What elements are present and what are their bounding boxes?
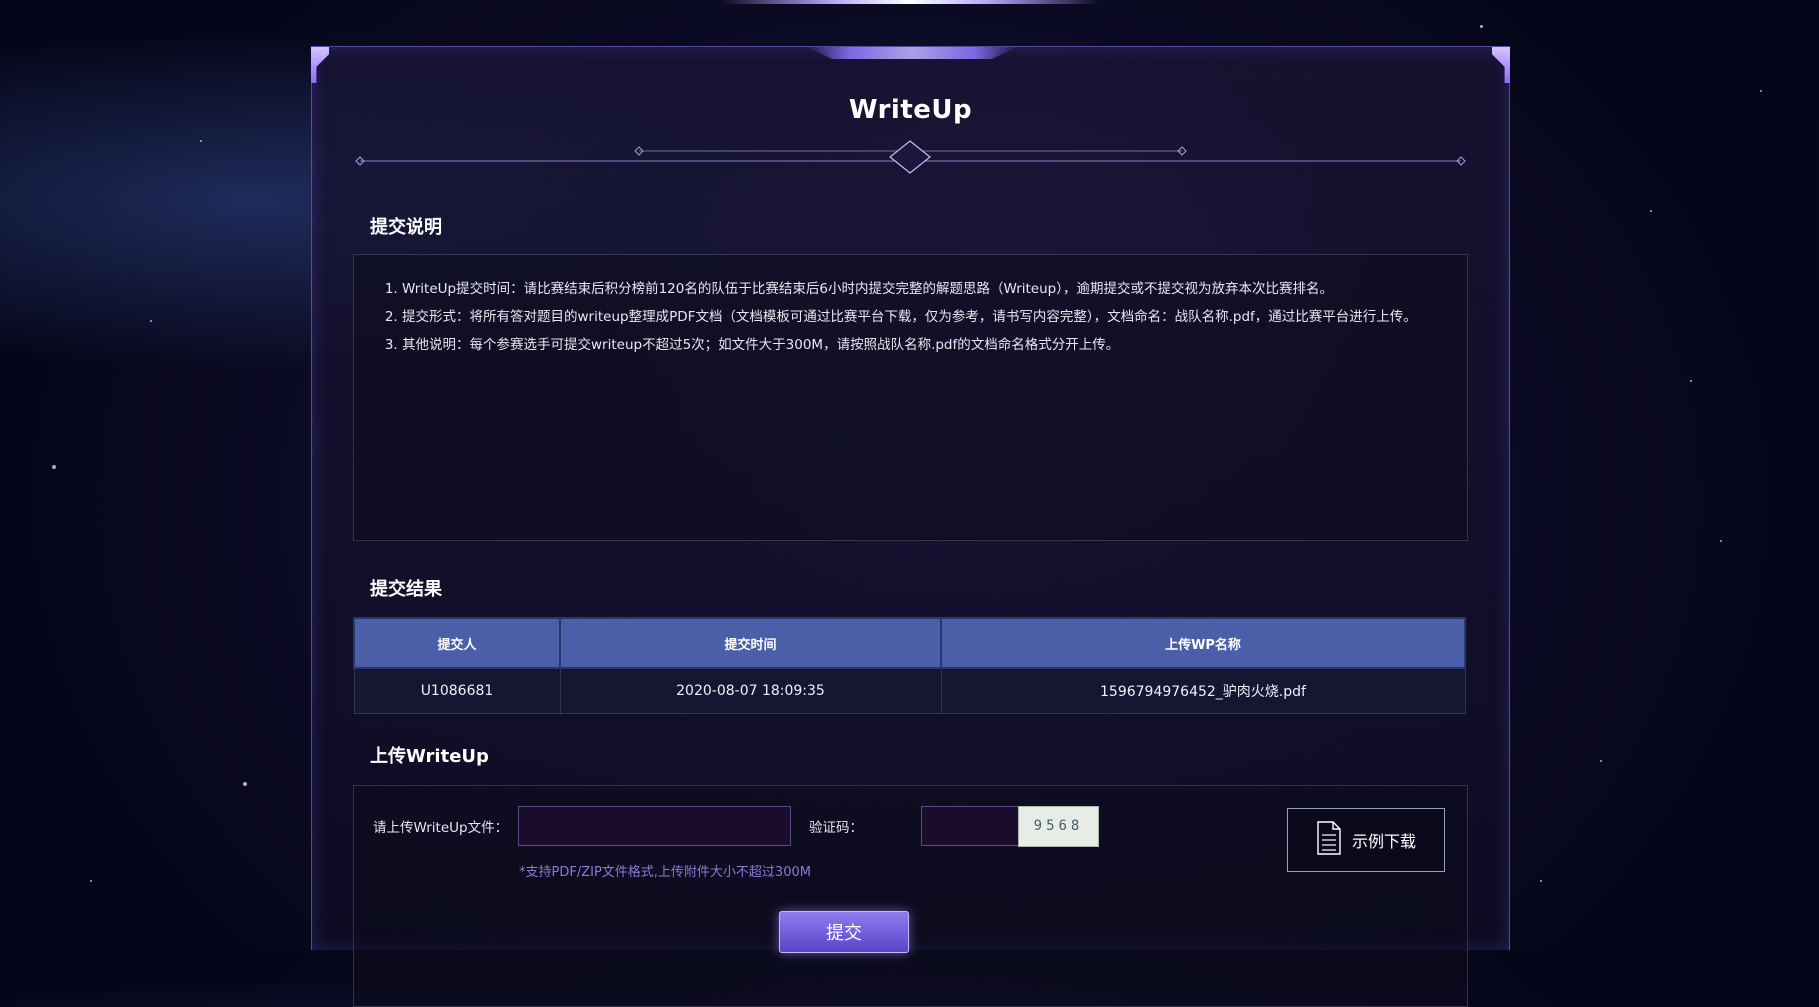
file-input[interactable] <box>518 806 791 846</box>
table-row: U1086681 2020-08-07 18:09:35 15967949764… <box>353 667 1466 714</box>
column-header-filename: 上传WP名称 <box>940 617 1466 669</box>
captcha-label: 验证码： <box>809 820 863 836</box>
results-heading: 提交结果 <box>370 579 442 600</box>
column-header-time: 提交时间 <box>559 617 942 669</box>
results-table: 提交人 提交时间 上传WP名称 U1086681 2020-08-07 18:0… <box>353 617 1466 714</box>
captcha-input[interactable] <box>921 806 1019 846</box>
instruction-item: WriteUp提交时间：请比赛结束后积分榜前120名的队伍于比赛结束后6小时内提… <box>402 275 1467 303</box>
instructions-list: WriteUp提交时间：请比赛结束后积分榜前120名的队伍于比赛结束后6小时内提… <box>354 255 1467 359</box>
page-title: WriteUp <box>848 95 973 125</box>
sample-download-label: 示例下载 <box>1351 832 1416 851</box>
upload-heading: 上传WriteUp <box>370 746 489 767</box>
top-banner-edge <box>720 0 1100 4</box>
upload-hint: *支持PDF/ZIP文件格式,上传附件大小不超过300M <box>519 865 811 880</box>
upload-box: 请上传WriteUp文件： 验证码： 9568 *支持PDF/ZIP文件格式,上… <box>353 785 1468 1007</box>
column-header-submitter: 提交人 <box>353 617 561 669</box>
instructions-box: WriteUp提交时间：请比赛结束后积分榜前120名的队伍于比赛结束后6小时内提… <box>353 254 1468 541</box>
cell-submitter: U1086681 <box>353 667 561 714</box>
writeup-panel: WriteUp 提交说明 WriteUp提交时间：请比赛结束后积分榜前120名的… <box>311 46 1510 1007</box>
submit-button[interactable]: 提交 <box>779 911 909 953</box>
instructions-heading: 提交说明 <box>370 217 442 238</box>
corner-ornament-left <box>311 47 329 83</box>
instruction-item: 其他说明：每个参赛选手可提交writeup不超过5次；如文件大于300M，请按照… <box>402 331 1467 359</box>
cell-time: 2020-08-07 18:09:35 <box>559 667 942 714</box>
corner-ornament-right <box>1492 47 1510 83</box>
file-label: 请上传WriteUp文件： <box>373 820 509 836</box>
table-header-row: 提交人 提交时间 上传WP名称 <box>353 617 1466 669</box>
sample-download-button[interactable]: 示例下载 <box>1287 808 1445 872</box>
instruction-item: 提交形式：将所有答对题目的writeup整理成PDF文档（文档模板可通过比赛平台… <box>402 303 1467 331</box>
document-icon <box>1316 821 1342 859</box>
captcha-image[interactable]: 9568 <box>1018 806 1099 847</box>
title-divider <box>355 140 1466 174</box>
cell-filename[interactable]: 1596794976452_驴肉火烧.pdf <box>940 667 1466 714</box>
top-notch-ornament <box>807 47 1017 59</box>
